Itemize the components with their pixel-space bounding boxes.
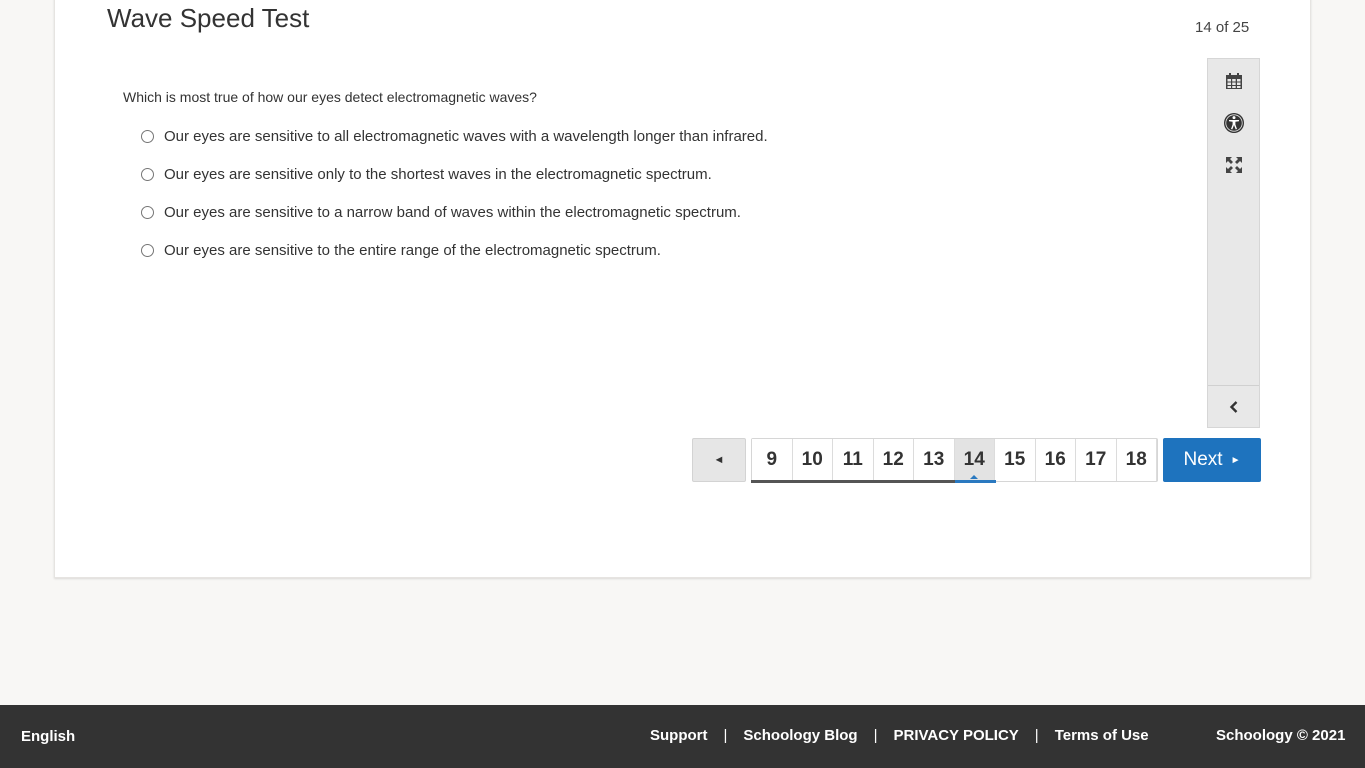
- test-title: Wave Speed Test: [107, 3, 310, 33]
- terms-of-use-link[interactable]: Terms of Use: [1055, 727, 1149, 744]
- radio-button[interactable]: [141, 129, 154, 143]
- answer-option[interactable]: Our eyes are sensitive to all electromag…: [141, 117, 768, 155]
- previous-button[interactable]: ◄: [692, 438, 746, 482]
- separator: |: [1034, 727, 1039, 744]
- separator: |: [873, 727, 878, 744]
- next-button[interactable]: Next ►: [1163, 438, 1261, 482]
- question-pager: ◄ 9 10 11 12 13 14 15 16 17 18 Next ►: [692, 438, 1261, 483]
- privacy-policy-link[interactable]: PRIVACY POLICY: [893, 727, 1018, 744]
- page-button[interactable]: 9: [752, 439, 793, 481]
- question-prompt: Which is most true of how our eyes detec…: [123, 89, 537, 105]
- radio-button[interactable]: [141, 243, 154, 257]
- question-counter: 14 of 25: [1195, 19, 1250, 36]
- schoology-blog-link[interactable]: Schoology Blog: [743, 727, 857, 744]
- site-footer: English Support | Schoology Blog | PRIVA…: [0, 705, 1365, 768]
- page-button[interactable]: 16: [1035, 439, 1076, 481]
- answer-option[interactable]: Our eyes are sensitive to the entire ran…: [141, 231, 768, 269]
- answer-option-label: Our eyes are sensitive only to the short…: [164, 165, 712, 183]
- tools-sidebar: [1207, 58, 1260, 428]
- page-button[interactable]: 10: [792, 439, 833, 481]
- copyright: Schoology © 2021: [1216, 727, 1346, 744]
- language-selector[interactable]: English: [21, 728, 75, 745]
- calendar-icon: [1225, 73, 1242, 89]
- accessibility-button[interactable]: [1208, 102, 1259, 144]
- page-button[interactable]: 13: [914, 439, 955, 481]
- answer-option-label: Our eyes are sensitive to the entire ran…: [164, 241, 661, 259]
- play-arrow-icon: ►: [1230, 454, 1241, 466]
- calendar-button[interactable]: [1208, 60, 1259, 102]
- page-button[interactable]: 17: [1076, 439, 1117, 481]
- page-list: 9 10 11 12 13 14 15 16 17 18: [751, 438, 1158, 483]
- test-card: Wave Speed Test 14 of 25 Which is most t…: [54, 0, 1311, 578]
- page-button[interactable]: 18: [1116, 439, 1157, 481]
- chevron-left-icon: [1229, 400, 1237, 413]
- accessibility-icon: [1223, 113, 1244, 133]
- collapse-toolbar-button[interactable]: [1208, 385, 1259, 427]
- page-button[interactable]: 11: [833, 439, 874, 481]
- current-page-indicator: [955, 480, 996, 483]
- page-button[interactable]: 12: [873, 439, 914, 481]
- answered-progress-bar: [751, 480, 955, 483]
- next-button-label: Next: [1183, 449, 1223, 470]
- page-button[interactable]: 14: [954, 439, 995, 481]
- answer-option[interactable]: Our eyes are sensitive to a narrow band …: [141, 193, 768, 231]
- radio-button[interactable]: [141, 167, 154, 181]
- answer-option[interactable]: Our eyes are sensitive only to the short…: [141, 155, 768, 193]
- fullscreen-icon: [1225, 157, 1242, 173]
- page-button[interactable]: 15: [995, 439, 1036, 481]
- footer-links: Support | Schoology Blog | PRIVACY POLIC…: [650, 727, 1149, 744]
- radio-button[interactable]: [141, 205, 154, 219]
- answer-option-label: Our eyes are sensitive to a narrow band …: [164, 203, 741, 221]
- answer-options: Our eyes are sensitive to all electromag…: [141, 117, 768, 269]
- answer-option-label: Our eyes are sensitive to all electromag…: [164, 127, 768, 145]
- support-link[interactable]: Support: [650, 727, 708, 744]
- fullscreen-button[interactable]: [1208, 144, 1259, 186]
- separator: |: [723, 727, 728, 744]
